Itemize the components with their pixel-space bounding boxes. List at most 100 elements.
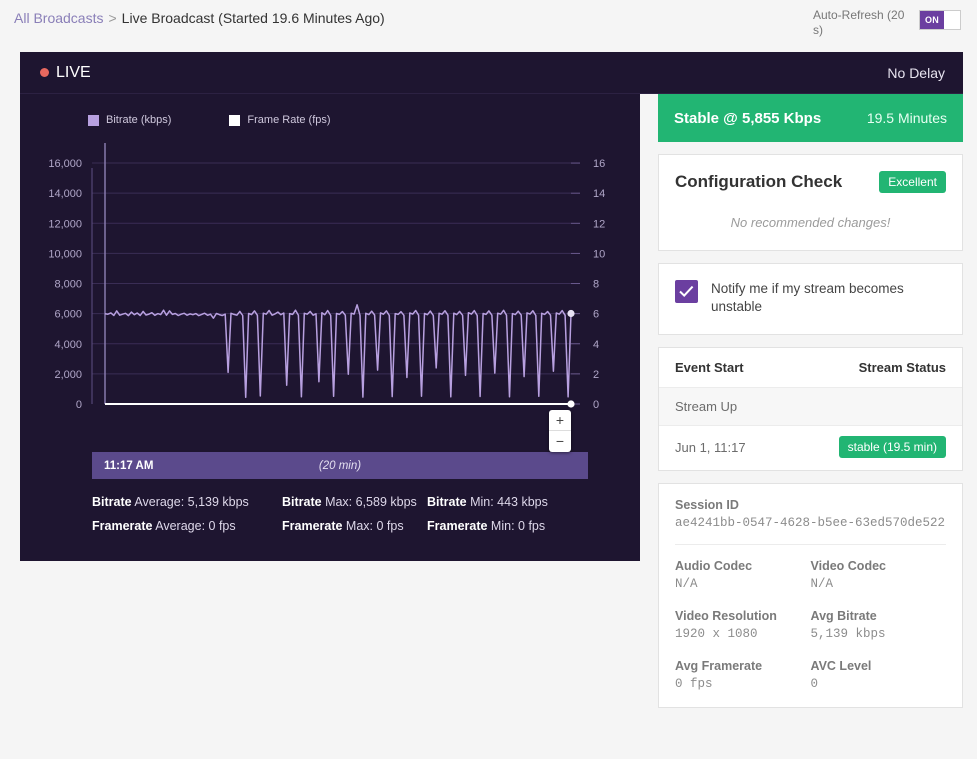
detail-cell: Avg Framerate 0 fps: [675, 659, 811, 691]
y2-axis-tick-label: 16: [593, 158, 605, 170]
chart-statistics: Bitrate Average: 5,139 kbps Bitrate Max: …: [20, 479, 640, 533]
breadcrumb: All Broadcasts > Live Broadcast (Started 1…: [14, 6, 385, 26]
stat-item: Framerate Max: 0 fps: [282, 519, 427, 533]
detail-label: Video Codec: [810, 559, 886, 573]
stat-label: Framerate: [427, 519, 488, 533]
detail-label: Video Resolution: [675, 609, 777, 623]
zoom-out-button[interactable]: −: [549, 431, 571, 452]
chart-legend: Bitrate (kbps) Frame Rate (fps): [20, 108, 640, 126]
stat-label: Bitrate: [282, 495, 322, 509]
chart-panel: Bitrate (kbps) Frame Rate (fps) 0 0 2,000 2…: [20, 94, 640, 561]
breadcrumb-current: Live Broadcast (Started 19.6 Minutes Ago…: [121, 10, 385, 26]
stat-value: Max: 0 fps: [342, 519, 404, 533]
stat-label: Bitrate: [92, 495, 132, 509]
y2-axis-tick-label: 10: [593, 248, 605, 260]
y-axis-tick-label: 4,000: [54, 339, 82, 351]
live-label: LIVE: [56, 63, 91, 81]
breadcrumb-all-broadcasts-link[interactable]: All Broadcasts: [14, 10, 103, 26]
stat-item: Framerate Min: 0 fps: [427, 519, 545, 533]
detail-value: 0: [810, 677, 819, 691]
live-banner: LIVE No Delay: [20, 52, 963, 94]
detail-value: 1920 x 1080: [675, 627, 758, 641]
y2-axis-tick-label: 14: [593, 188, 605, 200]
stat-item: Bitrate Min: 443 kbps: [427, 495, 548, 509]
session-id-value: ae4241bb-0547-4628-b5ee-63ed570de522: [675, 516, 946, 530]
detail-value: N/A: [810, 577, 834, 591]
event-start-value: Jun 1, 11:17: [675, 439, 746, 455]
configuration-check-message: No recommended changes!: [730, 215, 891, 230]
detail-cell: AVC Level 0: [811, 659, 947, 691]
detail-value: N/A: [675, 577, 698, 591]
main-content: Bitrate (kbps) Frame Rate (fps) 0 0 2,000 2…: [0, 94, 977, 708]
detail-cell: Video Codec N/A: [811, 559, 947, 591]
breadcrumb-separator: >: [108, 10, 117, 26]
legend-swatch-bitrate: [88, 114, 99, 126]
chart-plot-area[interactable]: 0 0 2,000 2 4,000 4 6,000 6 8,000 8 10,000 10 12,000…: [20, 138, 640, 452]
notify-checkbox[interactable]: [675, 280, 698, 303]
stat-value: Min: 0 fps: [487, 519, 546, 533]
legend-swatch-framerate: [229, 114, 241, 126]
series-endpoint-framerate: [567, 400, 575, 408]
sidebar: Stable @ 5,855 Kbps 19.5 Minutes Configu…: [658, 94, 963, 708]
detail-cell: Avg Bitrate 5,139 kbps: [811, 609, 947, 641]
y2-axis-tick-label: 0: [593, 399, 599, 411]
auto-refresh-toggle[interactable]: ON: [919, 10, 961, 30]
divider: [675, 544, 946, 545]
y-axis-tick-label: 10,000: [48, 248, 82, 260]
top-bar: All Broadcasts > Live Broadcast (Started 1…: [0, 0, 977, 44]
stream-status-text: Stable @ 5,855 Kbps: [674, 109, 822, 127]
y2-axis-tick-label: 2: [593, 369, 599, 381]
stat-label: Framerate: [282, 519, 343, 533]
notify-card: Notify me if my stream becomes unstable: [658, 263, 963, 335]
auto-refresh-toggle-knob: [944, 11, 960, 29]
y2-axis-tick-label: 12: [593, 218, 605, 230]
y-axis-tick-label: 12,000: [48, 218, 82, 230]
live-indicator: LIVE: [40, 64, 91, 82]
delay-label: No Delay: [887, 64, 945, 81]
detail-label: Audio Codec: [675, 559, 753, 573]
detail-value: 5,139 kbps: [810, 627, 886, 641]
stat-item: Bitrate Max: 6,589 kbps: [282, 495, 427, 509]
stat-value: Max: 6,589 kbps: [321, 495, 417, 509]
auto-refresh-label: Auto-Refresh (20 s): [813, 8, 905, 37]
stat-label: Bitrate: [427, 495, 467, 509]
y-axis-tick-label: 6,000: [54, 309, 82, 321]
events-table-group-label: Stream Up: [659, 388, 962, 426]
session-id-block: Session ID ae4241bb-0547-4628-b5ee-63ed5…: [675, 498, 946, 530]
detail-label: Avg Bitrate: [810, 609, 877, 623]
slider-duration: (20 min): [318, 459, 362, 472]
stat-label: Framerate: [92, 519, 153, 533]
stream-status-banner: Stable @ 5,855 Kbps 19.5 Minutes: [658, 94, 963, 142]
y-axis-tick-label: 14,000: [48, 188, 82, 200]
series-endpoint-bitrate: [567, 309, 575, 318]
y-axis-tick-label: 8,000: [54, 279, 82, 291]
table-row[interactable]: Jun 1, 11:17 stable (19.5 min): [659, 426, 962, 470]
auto-refresh-control: Auto-Refresh (20 s) ON: [813, 6, 961, 38]
stat-item: Bitrate Average: 5,139 kbps: [92, 495, 282, 509]
check-icon: [679, 285, 694, 298]
live-dot-icon: [40, 68, 49, 77]
events-table: Event Start Stream Status Stream Up Jun …: [658, 347, 963, 471]
stat-item: Framerate Average: 0 fps: [92, 519, 282, 533]
y2-axis-tick-label: 6: [593, 309, 599, 321]
stat-row: Framerate Average: 0 fps Framerate Max: 0…: [92, 519, 640, 533]
stat-value: Min: 443 kbps: [466, 495, 548, 509]
y-axis-tick-label: 2,000: [54, 369, 82, 381]
y-axis-tick-label: 0: [76, 399, 82, 411]
legend-item-bitrate[interactable]: Bitrate (kbps): [88, 114, 171, 126]
session-details-card: Session ID ae4241bb-0547-4628-b5ee-63ed5…: [658, 483, 963, 708]
session-id-label: Session ID: [675, 498, 739, 512]
chart-zoom-controls[interactable]: + −: [549, 410, 571, 452]
legend-item-framerate[interactable]: Frame Rate (fps): [229, 114, 331, 126]
time-range-slider[interactable]: 11:17 AM (20 min): [92, 452, 588, 479]
stat-value: Average: 0 fps: [152, 519, 236, 533]
chart-svg: 0 0 2,000 2 4,000 4 6,000 6 8,000 8 10,000 10 12,000…: [48, 143, 605, 411]
detail-cell: Video Resolution 1920 x 1080: [675, 609, 811, 641]
configuration-check-title: Configuration Check: [675, 172, 843, 191]
configuration-check-badge: Excellent: [879, 171, 946, 193]
detail-label: Avg Framerate: [675, 659, 763, 673]
zoom-in-button[interactable]: +: [549, 410, 571, 431]
configuration-check-card: Configuration Check Excellent No recomme…: [658, 154, 963, 251]
configuration-check-header: Configuration Check Excellent: [675, 171, 946, 193]
stat-row: Bitrate Average: 5,139 kbps Bitrate Max: …: [92, 495, 640, 509]
